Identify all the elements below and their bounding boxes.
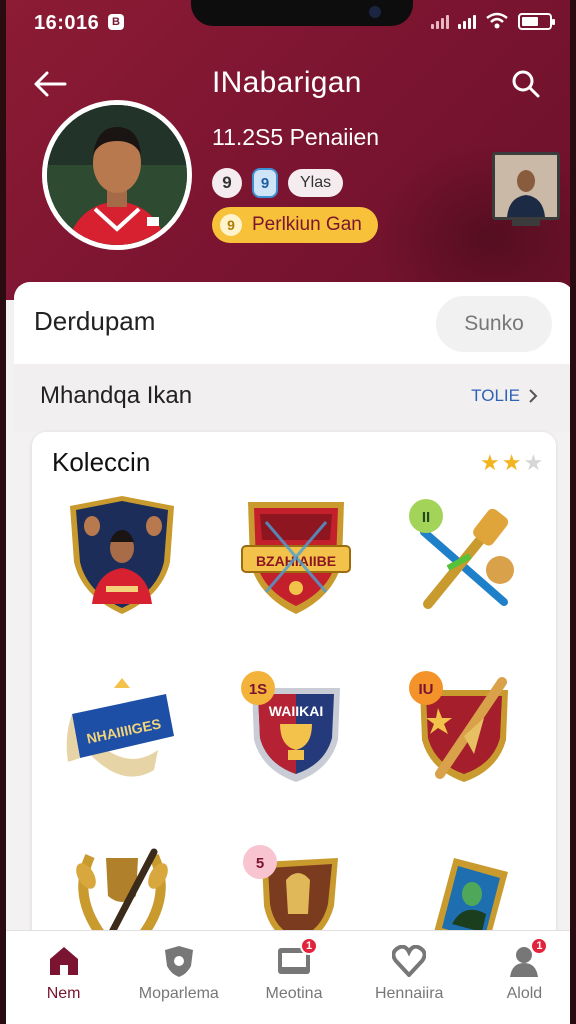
tv-icon	[492, 152, 560, 220]
see-more-link[interactable]: TOLIE	[471, 386, 538, 406]
arrow-left-icon	[34, 71, 67, 97]
notification-badge: 1	[530, 937, 549, 955]
bottom-navigation: Nem Moparlema 1 Meotina Hennaiira 1 Alol…	[6, 930, 570, 1024]
spear-shield-badge: IU	[419, 681, 434, 698]
verified-badge[interactable]: 9	[252, 168, 278, 198]
tag-chip[interactable]: Ylas	[288, 169, 344, 197]
signal-icon-2	[458, 13, 476, 29]
app-notification-icon: B	[108, 14, 124, 30]
player-portrait	[47, 105, 187, 245]
nav-matches[interactable]: Moparlema	[121, 931, 236, 1024]
status-time: 16:016	[34, 12, 100, 34]
profile-icon: 1	[506, 937, 549, 979]
heart-icon	[391, 943, 427, 979]
collection-title: Koleccin	[52, 447, 151, 477]
profile-badges: 9 9 Ylas	[212, 168, 344, 198]
back-button[interactable]	[30, 64, 70, 104]
collection-item-red-crest[interactable]: BZAHIAIIBE	[236, 490, 356, 620]
nav-profile[interactable]: 1 Alold	[467, 931, 570, 1024]
chevron-right-icon	[529, 389, 538, 403]
collection-item-trophy-crest[interactable]: WAIIKAI 1S	[236, 664, 356, 794]
search-button[interactable]	[506, 64, 546, 104]
star-filled-icon: ★	[480, 450, 500, 475]
shield-icon	[161, 943, 197, 979]
trophy-crest-badge: 1S	[249, 681, 267, 698]
nav-home-label: Nem	[46, 985, 81, 1002]
app-screen: 16:016 B INabarigan 11.2S5 Penaiien 9 9 …	[0, 0, 576, 1024]
star-empty-icon: ★	[523, 450, 544, 475]
collection-item-golden-hammer[interactable]: II	[404, 490, 524, 620]
notification-badge: 1	[300, 937, 318, 955]
rocket-shield-badge: 5	[256, 855, 264, 872]
collection-item-player-shield[interactable]	[62, 490, 182, 620]
search-icon	[512, 70, 540, 98]
nav-favorites-label: Hennaiira	[374, 985, 444, 1002]
card-icon: 1	[276, 937, 318, 979]
nav-cards-label: Meotina	[265, 985, 323, 1002]
follow-pill-label: Perlkiun Gan	[252, 214, 362, 235]
battery-icon	[518, 12, 555, 30]
nav-matches-label: Moparlema	[138, 985, 219, 1002]
section-title: Derdupam	[34, 306, 156, 336]
wifi-icon	[486, 12, 508, 29]
follow-pill-button[interactable]: 9 Perlkiun Gan	[212, 207, 378, 243]
nav-cards[interactable]: 1 Meotina	[236, 931, 351, 1024]
subsection-title: Mhandqa Ikan	[40, 382, 193, 409]
tv-stand	[512, 220, 540, 226]
collection-rating: ★ ★ ★	[480, 450, 543, 476]
status-icons	[431, 12, 555, 30]
nav-home[interactable]: Nem	[6, 931, 121, 1024]
see-more-label: TOLIE	[471, 386, 520, 405]
nav-favorites[interactable]: Hennaiira	[352, 931, 467, 1024]
collection-item-spear-shield[interactable]: IU	[404, 664, 524, 794]
golden-hammer-badge: II	[422, 509, 430, 526]
profile-name: INabarigan	[212, 66, 362, 99]
followers-count: 11.2S5 Penaiien	[212, 124, 380, 150]
home-icon	[46, 943, 82, 979]
signal-icon	[431, 13, 449, 29]
collection-item-blue-banner[interactable]: NHAIIIIGES	[62, 664, 182, 794]
coin-icon: 9	[220, 214, 242, 236]
nav-profile-label: Alold	[506, 985, 543, 1002]
trophy-crest-label: WAIIKAI	[269, 703, 323, 719]
avatar[interactable]	[42, 100, 192, 250]
camera-notch	[191, 0, 413, 26]
player-shield-icon	[70, 496, 174, 614]
star-filled-icon: ★	[501, 450, 522, 475]
sort-button[interactable]: Sunko	[436, 296, 552, 352]
level-badge[interactable]: 9	[212, 168, 242, 198]
